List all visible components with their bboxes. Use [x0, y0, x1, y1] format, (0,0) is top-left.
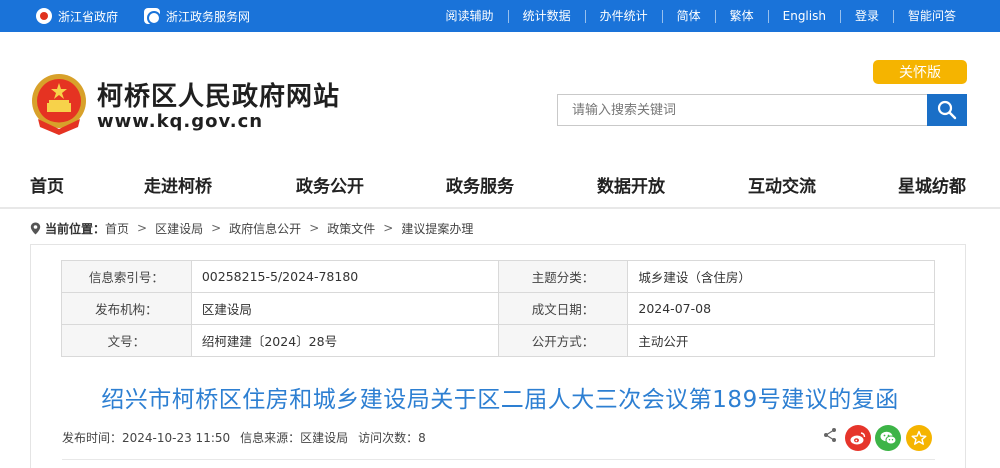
english-link[interactable]: English [767, 9, 840, 23]
breadcrumb: 当前位置： 首页 > 区建设局 > 政府信息公开 > 政策文件 > 建议提案办理 [30, 219, 473, 237]
site-url: www.kq.gov.cn [97, 111, 264, 132]
meta-value: 2024-07-08 [627, 292, 935, 325]
emblem-mini-icon [36, 8, 52, 24]
meta-value: 区建设局 [190, 292, 499, 325]
zj-service-link[interactable]: 浙江政务服务网 [144, 8, 250, 25]
reading-aid-link[interactable]: 阅读辅助 [432, 9, 508, 23]
meta-key: 文号： [61, 324, 192, 357]
service-network-icon [144, 8, 162, 25]
breadcrumb-label: 当前位置： [45, 221, 106, 236]
wechat-icon [880, 431, 896, 445]
meta-key: 发布机构： [61, 292, 192, 325]
breadcrumb-separator: > [211, 221, 222, 235]
table-row: 文号： 绍柯建建〔2024〕28号 公开方式： 主动公开 [61, 324, 935, 357]
top-right-links: 阅读辅助 统计数据 办件统计 简体 繁体 English 登录 智能问答 [432, 0, 970, 32]
statistics-link[interactable]: 统计数据 [507, 9, 585, 23]
smart-qa-link[interactable]: 智能问答 [892, 9, 970, 23]
meta-value: 00258215-5/2024-78180 [190, 260, 499, 293]
meta-value: 绍柯建建〔2024〕28号 [190, 324, 499, 357]
nav-textile-city[interactable]: 星城纺都 [898, 172, 966, 197]
zj-gov-link[interactable]: 浙江省政府 [36, 8, 118, 25]
breadcrumb-separator: > [383, 221, 394, 235]
meta-key: 公开方式： [497, 324, 629, 357]
main-nav: 首页 走进柯桥 政务公开 政务服务 数据开放 互动交流 星城纺都 [0, 164, 1000, 202]
breadcrumb-info-disclosure[interactable]: 政府信息公开 [229, 220, 301, 237]
article-title: 绍兴市柯桥区住房和城乡建设局关于区二届人大三次会议第189号建议的复函 [101, 387, 899, 413]
top-bar: 浙江省政府 浙江政务服务网 阅读辅助 统计数据 办件统计 简体 繁体 Engli… [0, 0, 1000, 32]
meta-key: 信息索引号： [61, 260, 192, 293]
simplified-link[interactable]: 简体 [661, 9, 715, 23]
nav-open-data[interactable]: 数据开放 [597, 172, 665, 197]
breadcrumb-policy-files[interactable]: 政策文件 [327, 220, 375, 237]
publish-time: 发布时间：2024-10-23 11:50 [62, 431, 231, 445]
zj-service-link-label: 浙江政务服务网 [166, 9, 251, 24]
favorite-button[interactable] [906, 425, 932, 451]
nav-gov-affairs[interactable]: 政务公开 [296, 172, 364, 197]
traditional-link[interactable]: 繁体 [714, 9, 768, 23]
nav-home[interactable]: 首页 [30, 172, 64, 197]
info-source: 信息来源：区建设局 [240, 431, 349, 445]
share-icon[interactable] [823, 427, 837, 443]
case-stats-link[interactable]: 办件统计 [584, 9, 662, 23]
breadcrumb-home[interactable]: 首页 [105, 220, 129, 237]
weibo-share-button[interactable] [845, 425, 871, 451]
nav-gov-services[interactable]: 政务服务 [446, 172, 514, 197]
search-icon [937, 100, 957, 120]
weibo-icon [850, 432, 866, 445]
document-meta-table: 信息索引号： 00258215-5/2024-78180 主题分类： 城乡建设（… [61, 260, 935, 357]
table-row: 信息索引号： 00258215-5/2024-78180 主题分类： 城乡建设（… [61, 260, 935, 293]
wechat-share-button[interactable] [875, 425, 901, 451]
meta-key: 成文日期： [497, 292, 629, 325]
zj-gov-link-label: 浙江省政府 [58, 9, 119, 24]
table-row: 发布机构： 区建设局 成文日期： 2024-07-08 [61, 292, 935, 325]
star-icon [911, 430, 927, 445]
meta-value: 主动公开 [627, 324, 935, 357]
nav-divider [0, 207, 1000, 209]
national-emblem-logo[interactable] [30, 71, 88, 137]
location-pin-icon [30, 222, 41, 234]
meta-value: 城乡建设（含住房） [627, 260, 935, 293]
breadcrumb-proposal-handling[interactable]: 建议提案办理 [401, 220, 473, 237]
top-left-links: 浙江省政府 浙江政务服务网 [36, 0, 276, 32]
nav-about-keqiao[interactable]: 走进柯桥 [144, 172, 212, 197]
site-name: 柯桥区人民政府网站 [97, 82, 341, 112]
login-link[interactable]: 登录 [839, 9, 893, 23]
search-button[interactable] [927, 94, 967, 126]
breadcrumb-construction-bureau[interactable]: 区建设局 [155, 220, 203, 237]
breadcrumb-separator: > [137, 221, 148, 235]
article-info: 发布时间：2024-10-23 11:50 信息来源：区建设局 访问次数：8 [62, 429, 436, 446]
visit-count: 访问次数：8 [358, 431, 426, 445]
breadcrumb-separator: > [309, 221, 320, 235]
content-divider [62, 459, 935, 460]
nav-interaction[interactable]: 互动交流 [748, 172, 816, 197]
meta-key: 主题分类： [497, 260, 629, 293]
search-input[interactable] [557, 94, 927, 126]
care-mode-button[interactable]: 关怀版 [873, 60, 967, 84]
